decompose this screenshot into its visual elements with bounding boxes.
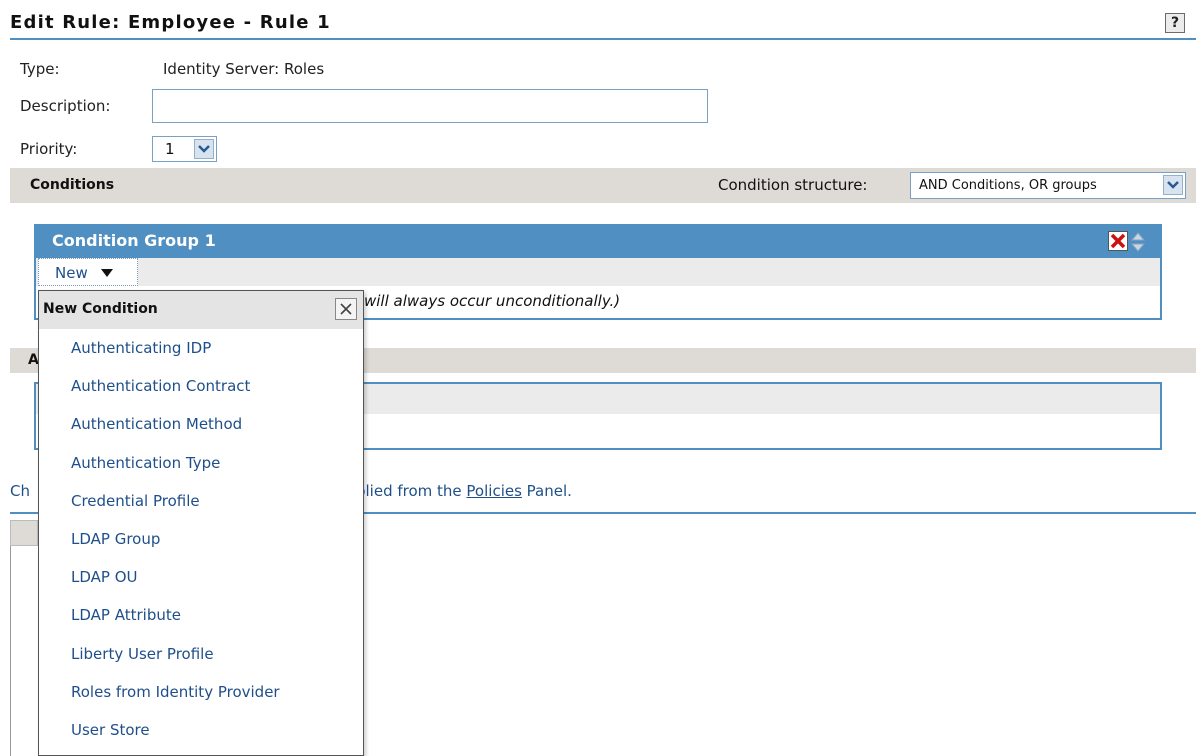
left-border bbox=[10, 520, 11, 756]
note-suffix: Panel. bbox=[521, 482, 572, 500]
condition-item-authentication-type[interactable]: Authentication Type bbox=[39, 444, 363, 482]
note-prefix: Ch bbox=[10, 482, 30, 500]
condition-item-roles-from-identity-provider[interactable]: Roles from Identity Provider bbox=[39, 673, 363, 711]
page-title: Edit Rule: Employee - Rule 1 bbox=[10, 12, 331, 33]
new-condition-dropdown: New Condition Authenticating IDP Authent… bbox=[38, 290, 364, 756]
condition-group-header: Condition Group 1 bbox=[36, 226, 1160, 258]
help-button[interactable]: ? bbox=[1165, 13, 1185, 33]
question-mark-icon: ? bbox=[1170, 15, 1180, 31]
condition-item-liberty-user-profile[interactable]: Liberty User Profile bbox=[39, 635, 363, 673]
condition-item-authentication-contract[interactable]: Authentication Contract bbox=[39, 367, 363, 405]
condition-item-authentication-method[interactable]: Authentication Method bbox=[39, 405, 363, 443]
bottom-tab-stub bbox=[10, 520, 38, 546]
description-label: Description: bbox=[20, 97, 111, 115]
new-condition-menu-button[interactable]: New bbox=[38, 258, 138, 286]
caret-down-icon bbox=[101, 269, 113, 277]
dropdown-close-button[interactable] bbox=[335, 298, 357, 320]
delete-group-button[interactable] bbox=[1108, 231, 1128, 251]
condition-item-authenticating-idp[interactable]: Authenticating IDP bbox=[39, 329, 363, 367]
red-x-icon bbox=[1110, 233, 1126, 249]
type-label: Type: bbox=[20, 60, 60, 78]
condition-group-toolbar: New bbox=[36, 258, 1160, 286]
type-value: Identity Server: Roles bbox=[163, 60, 325, 78]
conditions-section-bar: Conditions Condition structure: AND Cond… bbox=[10, 168, 1196, 203]
condition-item-ldap-ou[interactable]: LDAP OU bbox=[39, 558, 363, 596]
priority-value: 1 bbox=[165, 140, 175, 158]
note-middle: plied from the bbox=[355, 482, 467, 500]
condition-group-title: Condition Group 1 bbox=[52, 231, 216, 250]
condition-structure-label: Condition structure: bbox=[718, 176, 868, 194]
policies-link[interactable]: Policies bbox=[466, 482, 521, 500]
reorder-group-control[interactable] bbox=[1130, 231, 1146, 253]
title-divider bbox=[10, 38, 1196, 40]
conditions-heading: Conditions bbox=[30, 177, 115, 193]
new-button-label: New bbox=[55, 264, 88, 282]
condition-structure-select[interactable]: AND Conditions, OR groups bbox=[910, 172, 1186, 199]
condition-item-ldap-attribute[interactable]: LDAP Attribute bbox=[39, 596, 363, 634]
condition-item-credential-profile[interactable]: Credential Profile bbox=[39, 482, 363, 520]
condition-item-user-store[interactable]: User Store bbox=[39, 711, 363, 749]
up-down-arrows-icon bbox=[1130, 232, 1146, 252]
chevron-down-icon bbox=[1163, 175, 1183, 195]
no-conditions-message: will always occur unconditionally.) bbox=[364, 292, 621, 310]
condition-structure-value: AND Conditions, OR groups bbox=[919, 178, 1097, 193]
dropdown-header: New Condition bbox=[39, 291, 363, 329]
condition-item-ldap-group[interactable]: LDAP Group bbox=[39, 520, 363, 558]
priority-select[interactable]: 1 bbox=[152, 136, 217, 162]
close-x-icon bbox=[340, 303, 352, 315]
dropdown-title: New Condition bbox=[43, 301, 158, 317]
description-input[interactable] bbox=[152, 89, 708, 123]
condition-type-list: Authenticating IDP Authentication Contra… bbox=[39, 329, 363, 749]
priority-label: Priority: bbox=[20, 140, 78, 158]
chevron-down-icon bbox=[194, 139, 214, 159]
